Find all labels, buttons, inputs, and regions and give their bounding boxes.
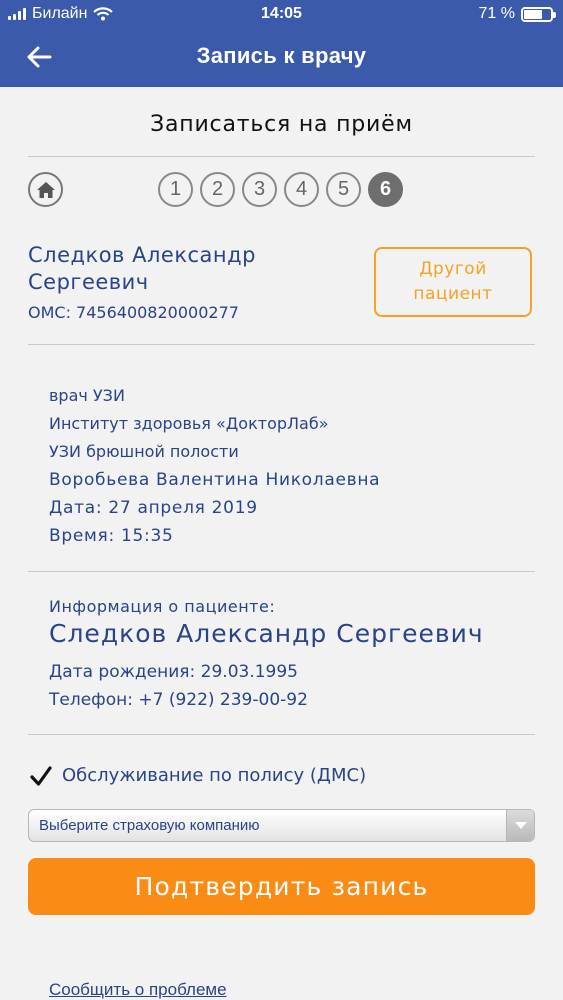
dropdown-arrow-icon[interactable] bbox=[506, 810, 534, 841]
step-1[interactable]: 1 bbox=[158, 172, 193, 207]
oms-number: ОМС: 7456400820000277 bbox=[28, 303, 239, 322]
battery-icon bbox=[521, 6, 556, 22]
header-title: Запись к врачу bbox=[196, 43, 367, 68]
app-header: Билайн 14:05 71 % Запись к врачу bbox=[0, 0, 563, 87]
step-6[interactable]: 6 bbox=[368, 172, 403, 207]
appointment-details: врач УЗИ Институт здоровья «ДокторЛаб» У… bbox=[49, 383, 380, 551]
divider bbox=[28, 344, 535, 345]
patient-name: Следков Александр Сергеевич bbox=[28, 242, 328, 296]
appointment-time: Время: 15:35 bbox=[49, 526, 174, 546]
status-bar: Билайн 14:05 71 % bbox=[0, 0, 563, 28]
confirm-booking-button[interactable]: Подтвердить запись bbox=[28, 858, 535, 915]
appointment-specialty: врач УЗИ bbox=[49, 386, 125, 405]
status-right: 71 % bbox=[478, 5, 556, 23]
step-3[interactable]: 3 bbox=[242, 172, 277, 207]
patient-info-heading: Информация о пациенте: bbox=[49, 597, 276, 616]
step-4[interactable]: 4 bbox=[284, 172, 319, 207]
appointment-clinic: Институт здоровья «ДокторЛаб» bbox=[49, 414, 329, 433]
report-problem-link[interactable]: Сообщить о проблеме bbox=[49, 980, 227, 1000]
step-2[interactable]: 2 bbox=[200, 172, 235, 207]
step-indicator: 123456 bbox=[158, 172, 403, 207]
divider bbox=[28, 156, 535, 157]
home-icon bbox=[36, 181, 55, 198]
patient-name-line2: Сергеевич bbox=[28, 270, 149, 294]
patient-birth-date: Дата рождения: 29.03.1995 bbox=[49, 662, 298, 682]
battery-percent: 71 % bbox=[478, 5, 515, 22]
other-patient-button[interactable]: Другой пациент bbox=[374, 247, 532, 317]
step-5[interactable]: 5 bbox=[326, 172, 361, 207]
patient-name-line1: Следков Александр bbox=[28, 243, 256, 267]
insurance-select-value: Выберите страховую компанию bbox=[39, 817, 260, 834]
patient-phone: Телефон: +7 (922) 239-00-92 bbox=[49, 690, 308, 710]
home-button[interactable] bbox=[28, 172, 63, 207]
appointment-service: УЗИ брюшной полости bbox=[49, 442, 239, 461]
patient-info-name: Следков Александр Сергеевич bbox=[49, 619, 484, 648]
checkmark-icon bbox=[30, 766, 52, 786]
divider bbox=[28, 734, 535, 735]
page-title: Записаться на приём bbox=[150, 112, 413, 137]
policy-checkbox[interactable] bbox=[29, 765, 53, 789]
policy-label[interactable]: Обслуживание по полису (ДМС) bbox=[62, 765, 366, 786]
other-patient-label-line1: Другой bbox=[419, 259, 487, 279]
insurance-company-select[interactable]: Выберите страховую компанию bbox=[28, 809, 535, 842]
appointment-date: Дата: 27 апреля 2019 bbox=[49, 498, 258, 518]
divider bbox=[28, 571, 535, 572]
other-patient-label-line2: пациент bbox=[413, 284, 493, 304]
appointment-doctor: Воробьева Валентина Николаевна bbox=[49, 470, 381, 490]
